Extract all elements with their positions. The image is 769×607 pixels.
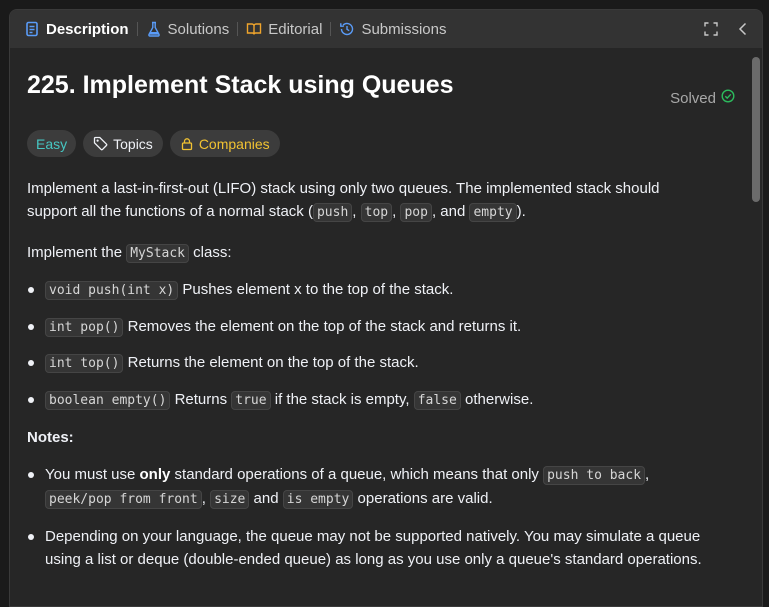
tab-editorial[interactable]: Editorial [238,10,330,48]
note-text: standard operations of a queue, which me… [170,466,544,483]
tab-label: Description [46,20,129,38]
note-text: , [201,490,211,507]
code-top: top [360,203,393,222]
tab-description[interactable]: Description [16,10,137,48]
method-text: Pushes element x to the top of the stack… [178,281,454,298]
solved-label: Solved [670,89,716,107]
note-text: operations are valid. [353,490,493,507]
intro-text: , and [431,203,470,220]
problem-title[interactable]: 225. Implement Stack using Queues [27,71,454,100]
topics-button[interactable]: Topics [83,130,163,157]
list-item: void push(int x) Pushes element x to the… [27,278,737,302]
code-size: size [210,490,250,509]
code-push-to-back: push to back [543,466,646,485]
note-text: , [645,466,650,483]
method-text: otherwise. [460,390,534,408]
code-false: false [413,390,461,410]
code-pop: pop [400,203,432,222]
code-empty: empty [469,203,517,222]
class-text: Implement the [27,244,127,261]
tab-label: Editorial [268,20,323,38]
book-icon [246,21,262,37]
code-method: int pop() [45,317,124,337]
companies-label: Companies [198,135,270,152]
tab-submissions[interactable]: Submissions [331,10,454,48]
method-text: if the stack is empty, [270,390,414,408]
history-icon [339,21,355,37]
tag-icon [93,136,108,151]
list-item: You must use only standard operations of… [27,463,707,511]
tab-solutions[interactable]: Solutions [138,10,238,48]
method-text: Returns [170,390,232,408]
fullscreen-icon[interactable] [698,16,724,42]
note-text: and [249,490,283,507]
flask-icon [146,21,162,37]
notes-list: You must use only standard operations of… [27,463,707,571]
tab-actions [698,10,762,48]
code-true: true [231,390,271,410]
scrollbar-thumb[interactable] [752,57,760,202]
problem-content: 225. Implement Stack using Queues Solved… [27,48,737,571]
intro-text: , [352,203,361,220]
problem-description: Implement a last-in-first-out (LIFO) sta… [27,177,737,571]
difficulty-badge: Easy [27,130,77,157]
list-item: boolean empty() Returns true if the stac… [27,388,737,412]
tab-label: Submissions [361,20,447,38]
method-text: Removes the element on the top of the st… [123,317,522,335]
list-item: int pop() Removes the element on the top… [27,315,737,339]
check-circle-icon [721,89,735,107]
class-paragraph: Implement the MyStack class: [27,241,737,265]
notes-heading: Notes: [27,429,74,446]
method-list: void push(int x) Pushes element x to the… [27,278,737,411]
tab-label: Solutions [167,20,230,38]
solved-status: Solved [670,89,735,107]
intro-paragraph: Implement a last-in-first-out (LIFO) sta… [27,177,707,224]
note-bold: only [139,466,171,483]
code-mystack: MyStack [126,244,190,263]
code-method: int top() [45,354,124,373]
lock-icon [180,137,194,151]
tag-row: Easy Topics Companies [27,130,737,160]
class-text: class: [189,244,232,261]
method-text: Returns the element on the top of the st… [123,354,419,371]
description-icon [24,21,40,37]
list-item: Depending on your language, the queue ma… [27,525,707,571]
list-item: int top() Returns the element on the top… [27,351,737,375]
topics-label: Topics [113,135,153,152]
code-push: push [312,203,353,222]
companies-button[interactable]: Companies [169,130,280,157]
code-method: boolean empty() [45,390,171,410]
code-is-empty: is empty [282,490,354,509]
code-method: void push(int x) [45,281,179,300]
problem-panel: Description Solutions Editorial Submissi… [9,9,763,607]
tab-bar: Description Solutions Editorial Submissi… [10,10,762,48]
note-text: You must use [45,466,140,483]
code-peek-pop: peek/pop from front [45,490,202,509]
intro-text: ). [516,203,526,220]
title-row: 225. Implement Stack using Queues Solved [27,48,737,130]
collapse-chevron-icon[interactable] [730,16,756,42]
